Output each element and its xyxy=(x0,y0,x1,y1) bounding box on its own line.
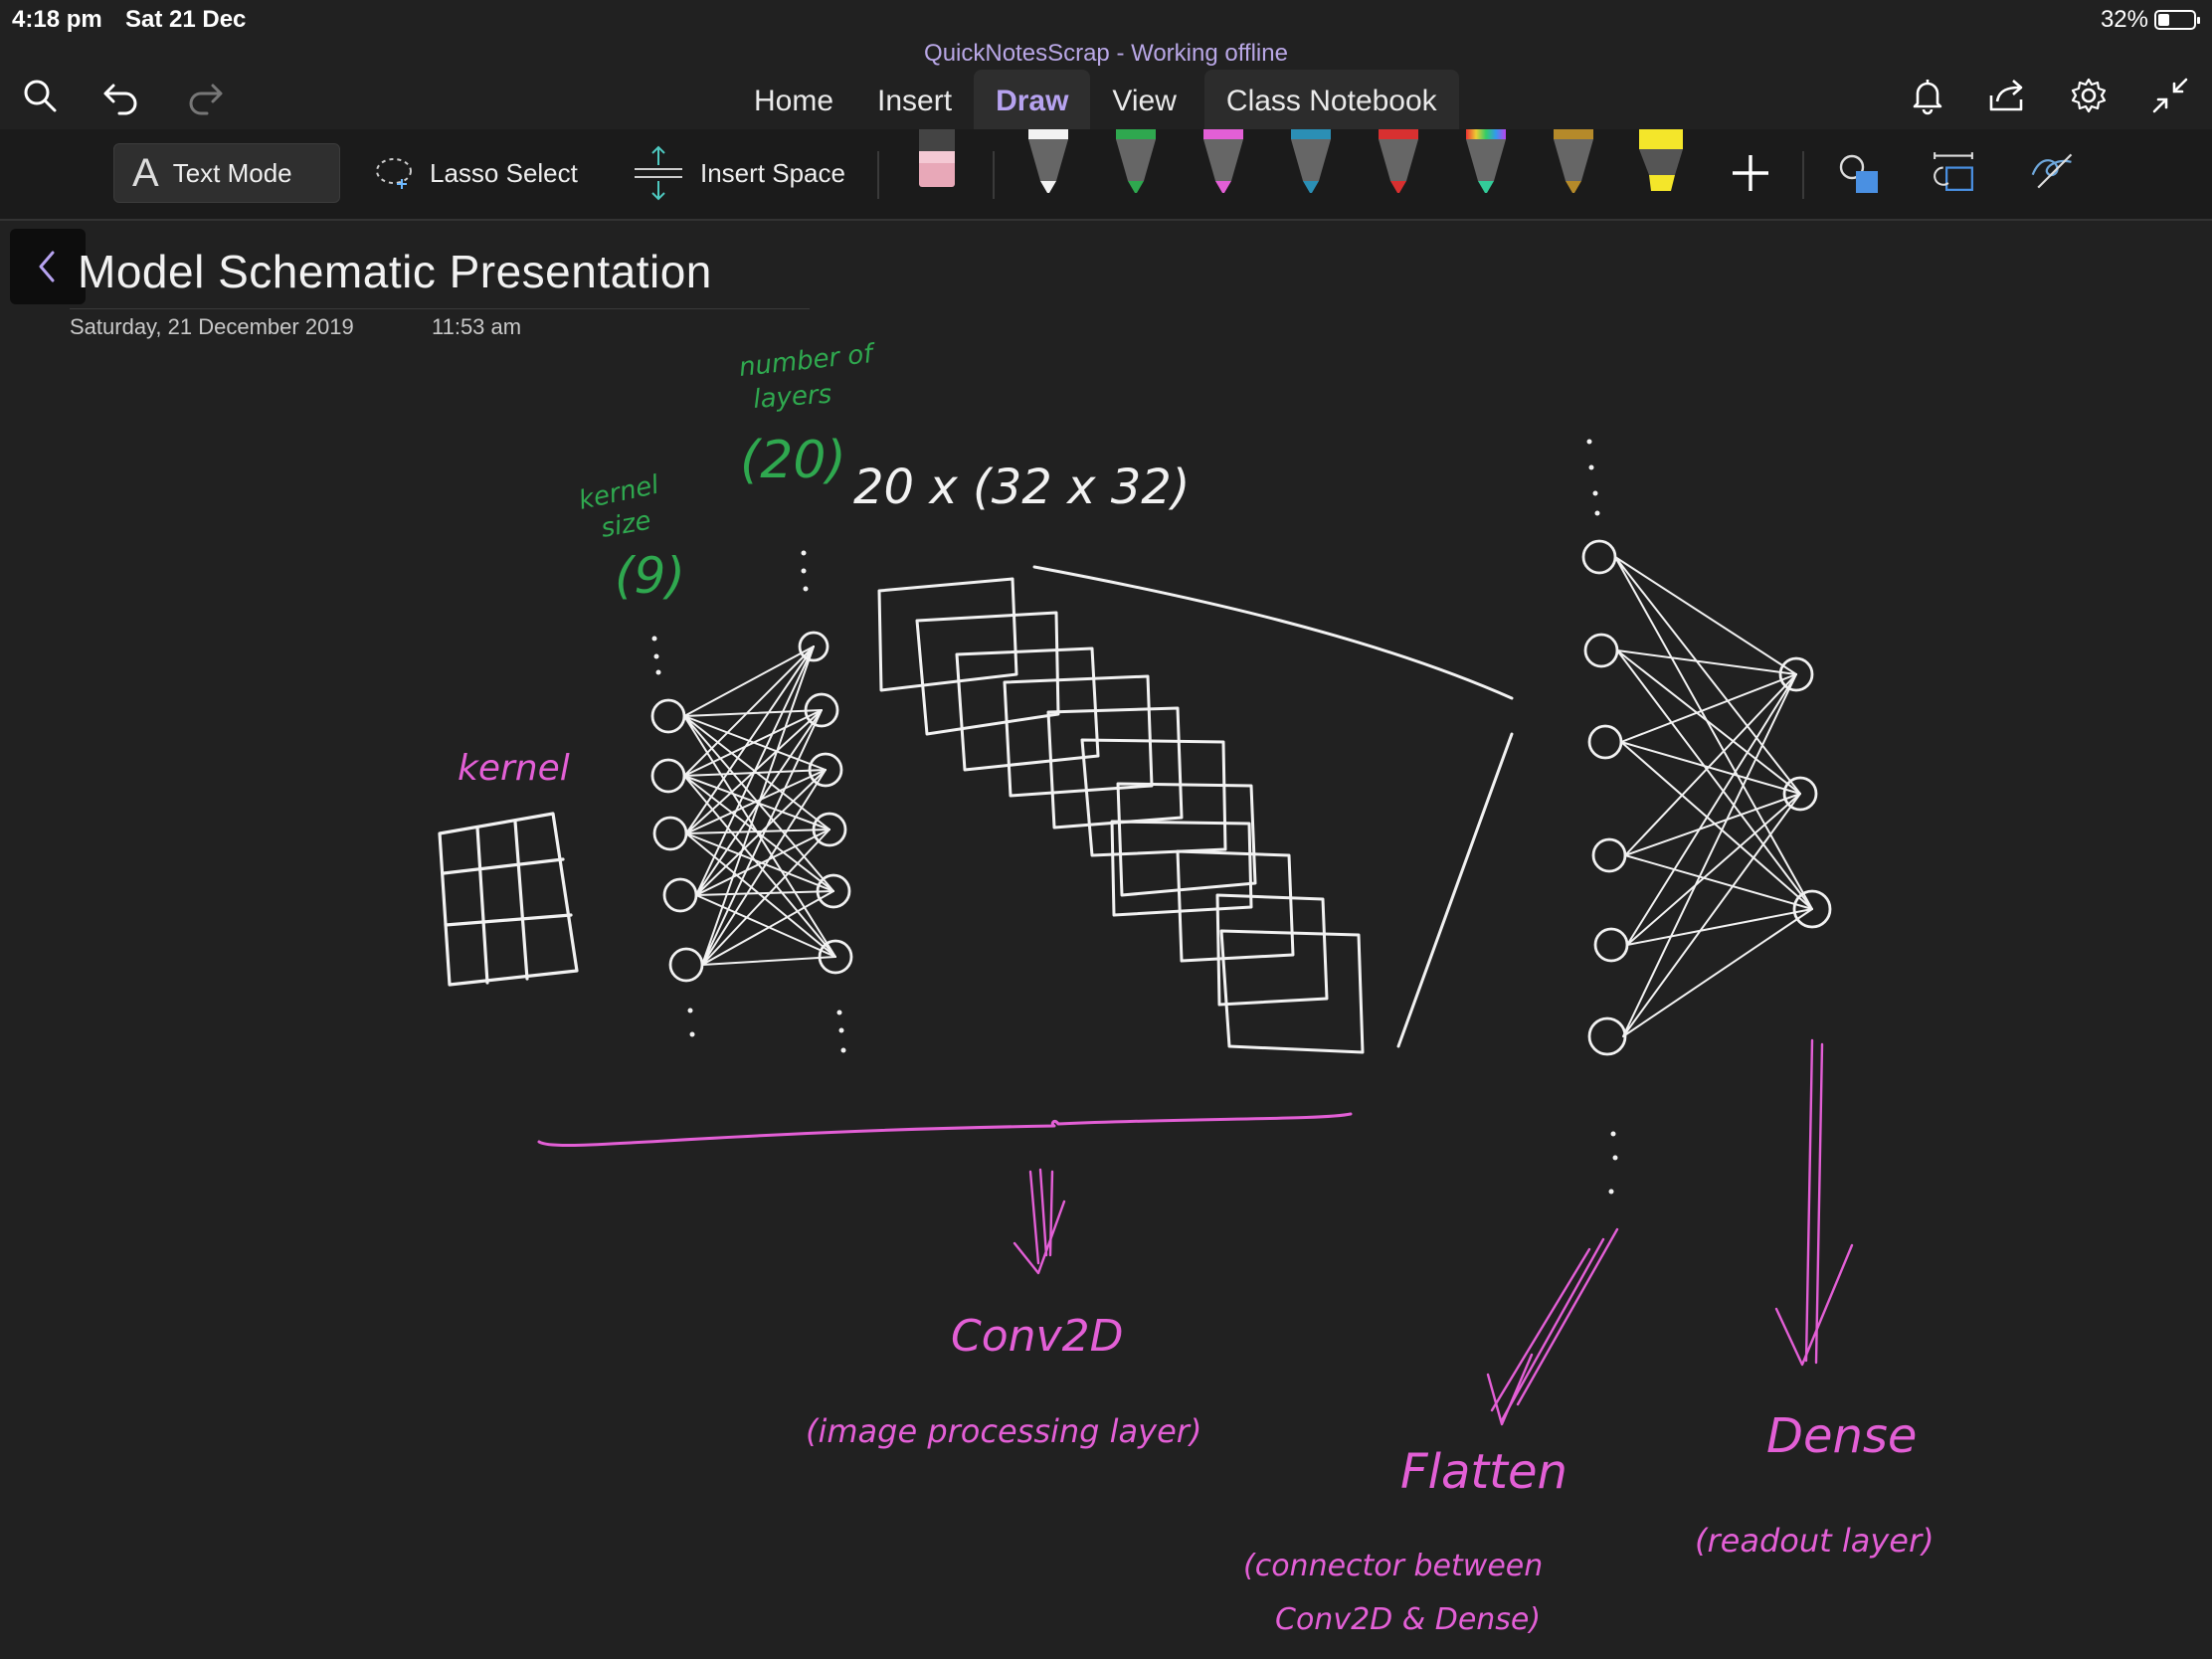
tab-class-notebook[interactable]: Class Notebook xyxy=(1203,70,1459,129)
pen-rainbow[interactable] xyxy=(1460,129,1512,209)
add-pen-icon[interactable] xyxy=(1727,149,1774,197)
pen-red[interactable] xyxy=(1373,129,1424,209)
annotation-layers: layers xyxy=(752,380,832,415)
top-bar: Home Insert Draw View Class Notebook xyxy=(0,70,2212,129)
redo-icon[interactable] xyxy=(181,72,229,119)
share-icon[interactable] xyxy=(1983,72,2031,119)
shapes-icon[interactable] xyxy=(1836,149,1884,197)
annotation-dims: 20 x (32 x 32) xyxy=(853,460,1191,515)
label-conv2d: Conv2D xyxy=(951,1311,1123,1362)
battery-icon xyxy=(2154,10,2200,30)
annotation-layers-value: (20) xyxy=(740,431,846,490)
annotation-size: size xyxy=(599,506,653,544)
pink-brackets xyxy=(537,1038,1854,1426)
conv-neurons xyxy=(650,631,853,983)
text-mode-label: Text Mode xyxy=(172,157,292,188)
search-icon[interactable] xyxy=(16,72,64,119)
pen-green[interactable] xyxy=(1110,129,1162,209)
tab-home[interactable]: Home xyxy=(732,70,855,129)
gear-icon[interactable] xyxy=(2065,72,2113,119)
insert-space-icon xyxy=(635,145,682,201)
insert-space-button[interactable]: Insert Space xyxy=(613,143,863,203)
label-flatten: Flatten xyxy=(1400,1444,1567,1500)
toolbar-divider xyxy=(993,151,995,199)
label-flatten-desc-2: Conv2D & Dense) xyxy=(1275,1602,1541,1637)
annotation-kernel-value: (9) xyxy=(615,547,685,605)
app-title: QuickNotesScrap - Working offline xyxy=(924,40,1288,67)
lasso-icon xyxy=(376,158,412,189)
battery-indicator: 32% xyxy=(2100,6,2200,34)
label-flatten-desc-1: (connector between xyxy=(1243,1549,1543,1583)
label-conv2d-desc: (image processing layer) xyxy=(806,1412,1201,1450)
tab-insert[interactable]: Insert xyxy=(855,70,974,129)
note-canvas[interactable]: Model Schematic Presentation Saturday, 2… xyxy=(0,221,2212,1659)
text-mode-icon: A xyxy=(132,150,159,195)
ink-replay-icon[interactable] xyxy=(2029,147,2077,195)
toolbar-divider xyxy=(1802,151,1804,199)
bell-icon[interactable] xyxy=(1904,72,1951,119)
toolbar-divider xyxy=(877,151,879,199)
undo-icon[interactable] xyxy=(97,72,145,119)
pen-teal[interactable] xyxy=(1285,129,1337,209)
lasso-select-button[interactable]: Lasso Select xyxy=(354,143,596,203)
eraser-tool[interactable] xyxy=(911,129,963,209)
label-dense-desc: (readout layer) xyxy=(1695,1522,1935,1560)
dense-neurons xyxy=(1581,539,1832,1056)
ink-drawing: number of layers (20) kernel size (9) 20… xyxy=(438,339,1935,1637)
annotation-kernel-label: kernel xyxy=(458,748,570,789)
ink-to-shape-icon[interactable] xyxy=(1930,147,1977,195)
pen-gold[interactable] xyxy=(1548,129,1599,209)
status-time: 4:18 pm xyxy=(12,6,102,33)
annotation-number-of: number of xyxy=(738,339,878,383)
draw-toolbar: A Text Mode Lasso Select Insert Space xyxy=(0,129,2212,221)
pen-white[interactable] xyxy=(1022,129,1074,209)
tab-view[interactable]: View xyxy=(1090,70,1198,129)
insert-space-label: Insert Space xyxy=(700,157,845,188)
status-date: Sat 21 Dec xyxy=(125,6,247,33)
text-mode-button[interactable]: A Text Mode xyxy=(113,143,340,203)
highlighter-yellow[interactable] xyxy=(1635,129,1687,209)
tab-draw[interactable]: Draw xyxy=(974,70,1091,129)
collapse-icon[interactable] xyxy=(2146,72,2194,119)
label-dense: Dense xyxy=(1766,1408,1917,1464)
pen-pink[interactable] xyxy=(1198,129,1249,209)
status-bar: 4:18 pm Sat 21 Dec 32% xyxy=(0,0,2212,40)
lasso-select-label: Lasso Select xyxy=(430,157,578,188)
feature-maps xyxy=(877,565,1514,1054)
battery-percent: 32% xyxy=(2100,6,2148,33)
ribbon-tabs: Home Insert Draw View Class Notebook xyxy=(732,70,1459,129)
kernel-grid xyxy=(438,812,579,987)
annotation-kernel: kernel xyxy=(576,469,662,515)
